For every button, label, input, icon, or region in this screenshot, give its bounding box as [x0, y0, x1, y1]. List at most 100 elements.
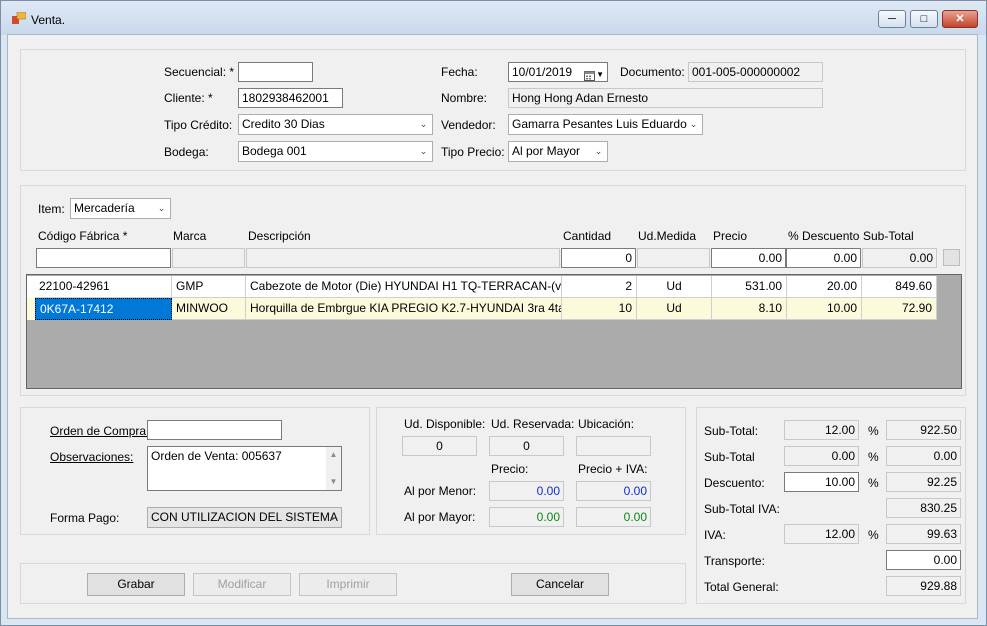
vendedor-select[interactable]: Gamarra Pesantes Luis Eduardo ⌄	[508, 114, 703, 135]
cell-codigo[interactable]: 0K67A-17412	[35, 298, 172, 320]
grabar-button[interactable]: Grabar	[87, 573, 185, 596]
documento-label: Documento:	[620, 65, 685, 79]
item-type-select[interactable]: Mercadería ⌄	[70, 198, 171, 219]
reservada-field: 0	[489, 436, 564, 456]
iva-pct-field: 12.00	[784, 524, 859, 544]
cell-cantidad[interactable]: 10	[562, 298, 637, 320]
maximize-button[interactable]: □	[910, 10, 938, 28]
ubicacion-field	[576, 436, 651, 456]
subtotal0-label: Sub-Total	[704, 450, 755, 464]
minimize-icon: ─	[888, 12, 896, 25]
chevron-down-icon: ⌄	[419, 146, 428, 156]
minimize-button[interactable]: ─	[878, 10, 906, 28]
window-title: Venta.	[31, 13, 66, 27]
menor-iva-field: 0.00	[576, 481, 651, 501]
forma-pago-label: Forma Pago:	[50, 511, 120, 525]
item-type-value: Mercadería	[74, 201, 135, 215]
cliente-input[interactable]: 1802938462001	[238, 88, 343, 108]
title-bar[interactable]: Venta. ─ □ ✕	[1, 1, 986, 35]
entry-precio-input[interactable]: 0.00	[711, 248, 786, 268]
cell-descripcion[interactable]: Horquilla de Embrgue KIA PREGIO K2.7-HYU…	[246, 298, 562, 320]
entry-cantidad-input[interactable]: 0	[561, 248, 636, 268]
transporte-input[interactable]: 0.00	[886, 550, 961, 570]
entry-subtotal-field: 0.00	[862, 248, 937, 268]
pct-sign: %	[868, 528, 879, 542]
subtotal-iva-field: 830.25	[886, 498, 961, 518]
nombre-label: Nombre:	[441, 91, 488, 105]
vendedor-label: Vendedor:	[441, 118, 496, 132]
disponible-label: Ud. Disponible:	[404, 417, 486, 431]
modificar-button[interactable]: Modificar	[193, 573, 291, 596]
cell-precio[interactable]: 531.00	[712, 276, 787, 298]
table-row[interactable]: 0K67A-17412 MINWOO Horquilla de Embrgue …	[27, 298, 937, 320]
entry-codigo-input[interactable]	[36, 248, 171, 268]
chevron-down-icon: ⌄	[689, 119, 698, 129]
textarea-scrollbar[interactable]: ▲ ▼	[326, 447, 341, 490]
iva-value-field: 99.63	[886, 524, 961, 544]
chevron-down-icon[interactable]: ▼	[330, 475, 338, 489]
bodega-label: Bodega:	[164, 145, 209, 159]
observaciones-label: Observaciones:	[50, 450, 134, 464]
cell-precio[interactable]: 8.10	[712, 298, 787, 320]
fecha-picker[interactable]: 10/01/2019 ▼	[508, 62, 608, 82]
col-cantidad-header: Cantidad	[563, 229, 612, 243]
imprimir-button[interactable]: Imprimir	[299, 573, 397, 596]
cell-descuento[interactable]: 10.00	[787, 298, 862, 320]
ubicacion-label: Ubicación:	[578, 417, 635, 431]
cell-marca[interactable]: MINWOO	[172, 298, 246, 320]
chevron-down-icon: ⌄	[594, 146, 603, 156]
total-general-label: Total General:	[704, 580, 779, 594]
col-precio-header: Precio	[713, 229, 748, 243]
bodega-select[interactable]: Bodega 001 ⌄	[238, 141, 433, 162]
cell-descripcion[interactable]: Cabezote de Motor (Die) HYUNDAI H1 TQ-TE…	[246, 276, 562, 298]
tipo-precio-select[interactable]: Al por Mayor ⌄	[508, 141, 608, 162]
cell-subtotal[interactable]: 72.90	[862, 298, 937, 320]
cancelar-button[interactable]: Cancelar	[511, 573, 609, 596]
documento-field: 001-005-000000002	[688, 62, 823, 82]
col-subtotal-header: Sub-Total	[863, 229, 914, 243]
reservada-label: Ud. Reservada:	[491, 417, 575, 431]
col-descuento-header: % Descuento	[788, 229, 860, 243]
chevron-up-icon[interactable]: ▲	[330, 448, 338, 462]
cliente-label: Cliente: *	[164, 91, 213, 105]
precio-iva-header: Precio + IVA:	[578, 462, 648, 476]
cell-subtotal[interactable]: 849.60	[862, 276, 937, 298]
tipo-credito-value: Credito 30 Dias	[242, 117, 325, 131]
tipo-precio-label: Tipo Precio:	[441, 145, 505, 159]
cell-codigo[interactable]: 22100-42961	[35, 276, 172, 298]
secuencial-input[interactable]	[238, 62, 313, 82]
menor-label: Al por Menor:	[404, 484, 477, 498]
col-descripcion-header: Descripción	[248, 229, 311, 243]
forma-pago-value: CON UTILIZACION DEL SISTEMA	[151, 510, 338, 524]
items-grid[interactable]: 22100-42961 GMP Cabezote de Motor (Die) …	[26, 274, 962, 389]
pct-sign: %	[868, 424, 879, 438]
calendar-icon[interactable]: ▼	[584, 66, 604, 81]
cell-cantidad[interactable]: 2	[562, 276, 637, 298]
secuencial-label: Secuencial: *	[164, 65, 235, 79]
forma-pago-select[interactable]: CON UTILIZACION DEL SISTEMA ⌄	[147, 507, 342, 528]
cell-ud[interactable]: Ud	[637, 276, 712, 298]
transporte-label: Transporte:	[704, 554, 765, 568]
tipo-credito-select[interactable]: Credito 30 Dias ⌄	[238, 114, 433, 135]
nombre-field: Hong Hong Adan Ernesto	[508, 88, 823, 108]
table-row[interactable]: 22100-42961 GMP Cabezote de Motor (Die) …	[27, 276, 937, 298]
add-item-button[interactable]	[943, 249, 960, 266]
entry-descuento-input[interactable]: 0.00	[786, 248, 861, 268]
col-udmedida-header: Ud.Medida	[638, 229, 697, 243]
item-label: Item:	[38, 202, 65, 216]
bodega-value: Bodega 001	[242, 144, 307, 158]
cell-descuento[interactable]: 20.00	[787, 276, 862, 298]
subtotal1-value-field: 922.50	[886, 420, 961, 440]
cell-marca[interactable]: GMP	[172, 276, 246, 298]
chevron-down-icon: ⌄	[328, 512, 337, 522]
descuento-pct-input[interactable]: 10.00	[784, 472, 859, 492]
cell-ud[interactable]: Ud	[637, 298, 712, 320]
fecha-label: Fecha:	[441, 65, 478, 79]
tipo-credito-label: Tipo Crédito:	[164, 118, 233, 132]
observaciones-textarea[interactable]: Orden de Venta: 005637 ▲ ▼	[147, 446, 342, 491]
mayor-precio-field: 0.00	[489, 507, 564, 527]
subtotal-iva-label: Sub-Total IVA:	[704, 502, 780, 516]
descuento-label: Descuento:	[704, 476, 765, 490]
close-button[interactable]: ✕	[942, 10, 978, 28]
orden-compra-input[interactable]	[147, 420, 282, 440]
